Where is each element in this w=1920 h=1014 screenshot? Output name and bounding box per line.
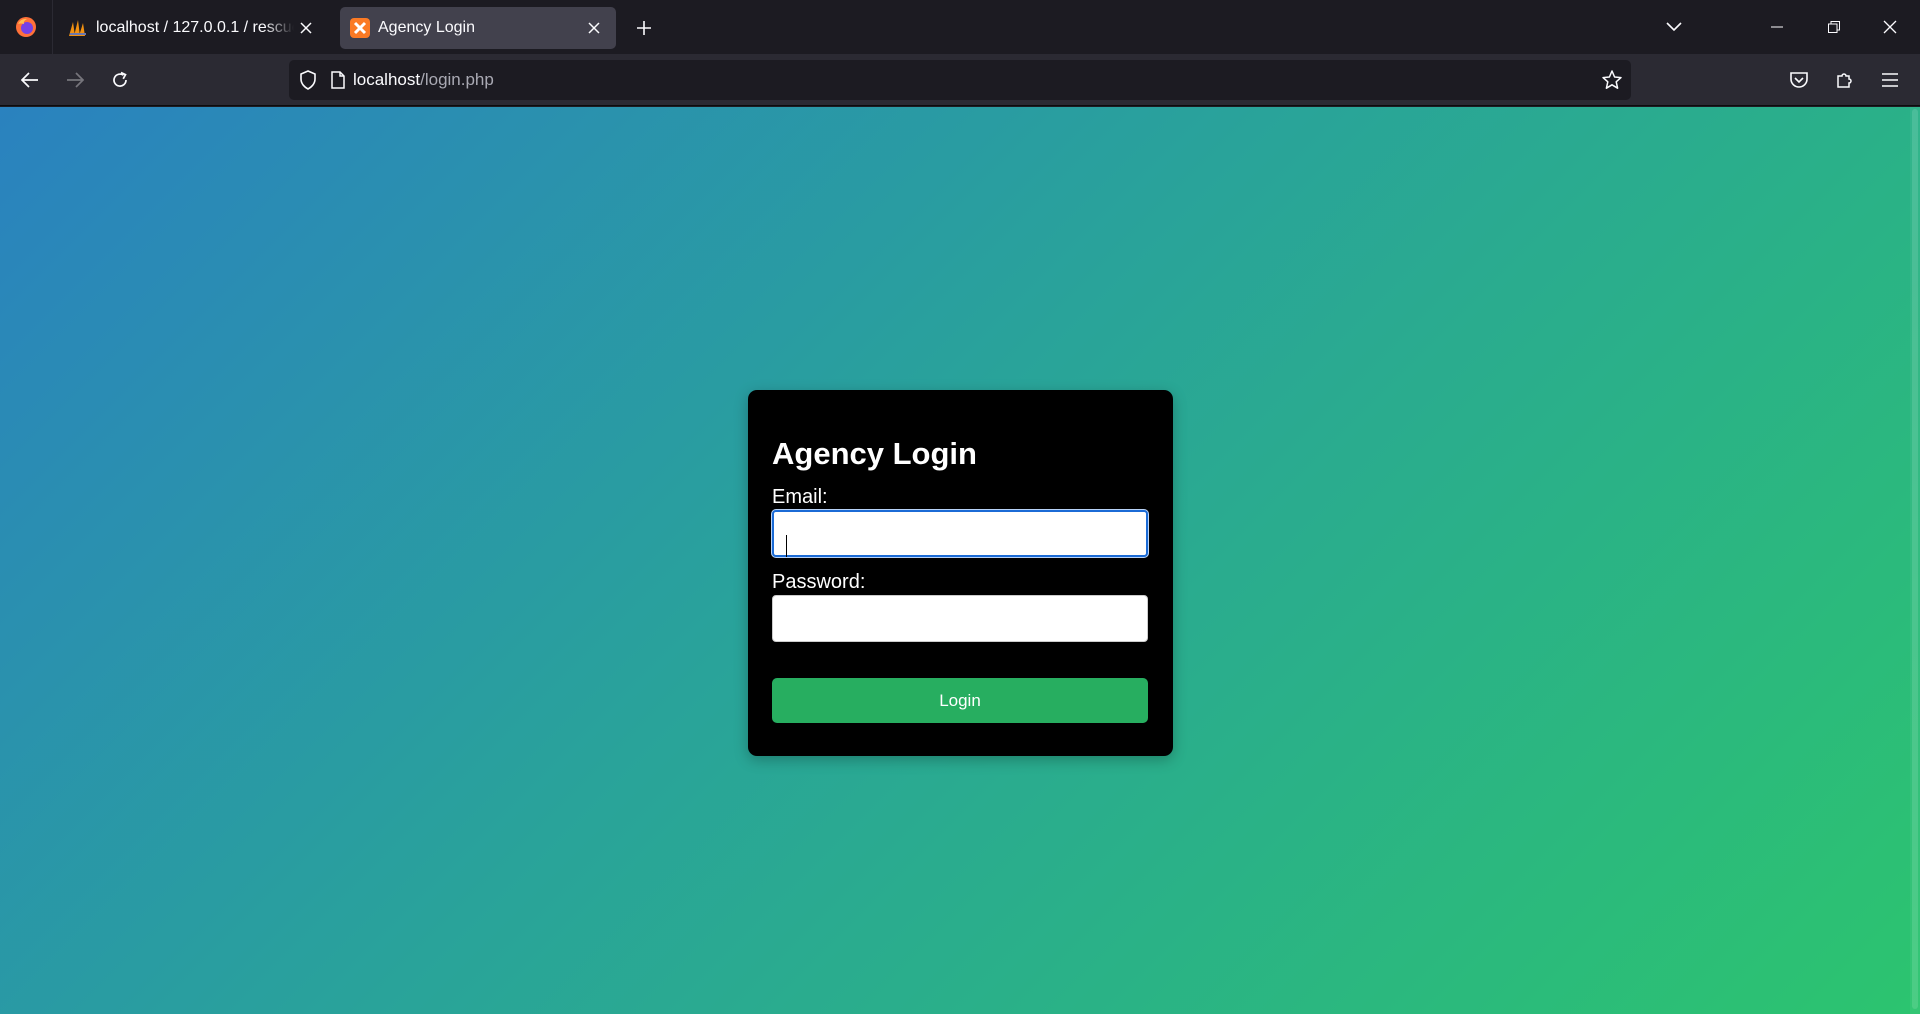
shield-icon[interactable] bbox=[299, 70, 317, 90]
login-title: Agency Login bbox=[772, 436, 977, 471]
xampp-icon bbox=[350, 18, 370, 38]
reload-icon bbox=[113, 71, 127, 87]
tab-title: Agency Login bbox=[378, 19, 475, 36]
tab-phpmyadmin[interactable]: localhost / 127.0.0.1 / rescue_agency bbox=[58, 7, 328, 49]
tab-strip: localhost / 127.0.0.1 / rescue_agency Ag… bbox=[0, 0, 1920, 54]
close-tab-icon[interactable] bbox=[294, 16, 318, 40]
app-menu-button[interactable] bbox=[1872, 62, 1908, 98]
scrollbar[interactable] bbox=[1910, 107, 1920, 1014]
hamburger-menu-icon bbox=[1882, 73, 1898, 87]
text-caret bbox=[786, 535, 787, 557]
plus-icon bbox=[637, 21, 651, 35]
pocket-icon bbox=[1790, 72, 1808, 88]
forward-arrow-icon bbox=[67, 72, 84, 88]
url-path: /login.php bbox=[420, 70, 494, 89]
phpmyadmin-icon bbox=[68, 18, 88, 38]
reload-button[interactable] bbox=[102, 62, 138, 98]
password-label: Password: bbox=[772, 571, 866, 593]
puzzle-icon bbox=[1837, 73, 1852, 88]
close-icon bbox=[1883, 20, 1897, 34]
new-tab-button[interactable] bbox=[630, 14, 658, 42]
firefox-menu[interactable] bbox=[0, 0, 53, 54]
tab-agency-login[interactable]: Agency Login bbox=[340, 7, 616, 49]
url-host: localhost bbox=[353, 70, 421, 89]
restore-icon bbox=[1828, 21, 1840, 33]
address-bar[interactable]: localhost/login.php bbox=[289, 60, 1631, 100]
chevron-down-icon bbox=[1666, 22, 1682, 32]
back-arrow-icon bbox=[21, 72, 38, 88]
email-label: Email: bbox=[772, 486, 828, 508]
bookmark-star-icon[interactable] bbox=[1601, 69, 1623, 91]
email-input[interactable] bbox=[772, 510, 1148, 557]
firefox-icon bbox=[16, 17, 36, 37]
close-tab-icon[interactable] bbox=[582, 16, 606, 40]
scrollbar-thumb[interactable] bbox=[1912, 109, 1918, 1009]
url-text[interactable]: localhost/login.php bbox=[353, 70, 494, 90]
page-icon[interactable] bbox=[331, 71, 345, 89]
minimize-button[interactable] bbox=[1749, 0, 1805, 54]
close-window-button[interactable] bbox=[1862, 0, 1918, 54]
extensions-button[interactable] bbox=[1827, 62, 1863, 98]
forward-button[interactable] bbox=[57, 62, 93, 98]
page-content: Agency Login Email: Password: Login bbox=[0, 107, 1920, 1014]
password-input[interactable] bbox=[772, 595, 1148, 642]
restore-button[interactable] bbox=[1806, 0, 1862, 54]
back-button[interactable] bbox=[12, 62, 48, 98]
navigation-toolbar: localhost/login.php bbox=[0, 54, 1920, 106]
tab-title: localhost / 127.0.0.1 / rescue_agency bbox=[96, 19, 294, 36]
login-button[interactable]: Login bbox=[772, 678, 1148, 723]
pocket-button[interactable] bbox=[1781, 62, 1817, 98]
login-card: Agency Login Email: Password: Login bbox=[748, 390, 1173, 756]
minimize-icon bbox=[1771, 26, 1783, 28]
list-all-tabs-button[interactable] bbox=[1646, 0, 1702, 54]
